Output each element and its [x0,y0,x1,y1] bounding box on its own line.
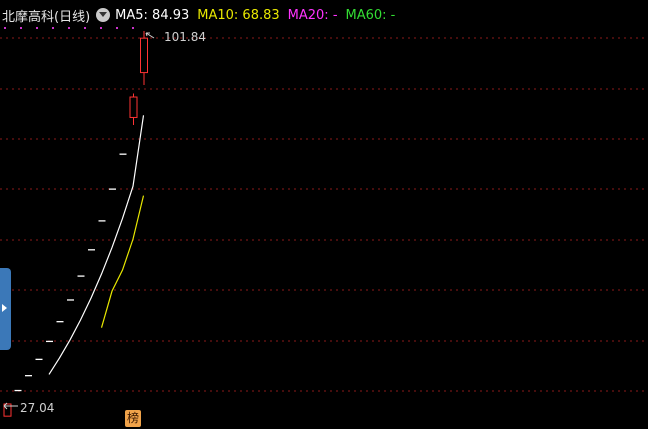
top-marker-dot [116,27,118,29]
top-marker-dot [52,27,54,29]
candlestick-chart[interactable]: 101.84 27.04 [0,0,648,429]
ma10-line [100,195,145,328]
top-marker-dot [36,27,38,29]
price-annotations: 101.84 27.04 [3,30,206,415]
high-price-label: 101.84 [164,30,206,44]
top-marker-dot [84,27,86,29]
high-price-marker: 101.84 [145,30,206,44]
top-marker-dot [20,27,22,29]
ma5-line-layer [48,115,145,375]
top-marker-dot [100,27,102,29]
top-marker-dot [4,27,6,29]
candle [129,93,138,125]
chart-header: 北摩高科(日线) MA5: 84.93 MA10: 68.83 MA20: - … [2,6,403,25]
dropdown-circle-icon[interactable] [96,8,111,22]
candle-body [129,96,138,118]
expand-panel-tab[interactable] [0,268,11,350]
low-price-label: 27.04 [20,401,54,415]
candle-body [140,37,148,74]
ma10-indicator: MA10: 68.83 [197,7,280,23]
ranking-badge[interactable]: 榜 [125,410,141,427]
top-marker-dot [68,27,70,29]
price-grid [0,27,648,392]
ma10-line-layer [100,195,145,328]
ma60-indicator: MA60: - [345,7,396,23]
candle [140,31,148,86]
top-marker-dot [132,27,134,29]
ma5-indicator: MA5: 84.93 [115,7,190,23]
low-price-marker: 27.04 [3,401,54,415]
stock-title: 北摩高科(日线) [2,9,91,25]
ma20-indicator: MA20: - [287,7,338,23]
ma5-line [48,115,145,375]
